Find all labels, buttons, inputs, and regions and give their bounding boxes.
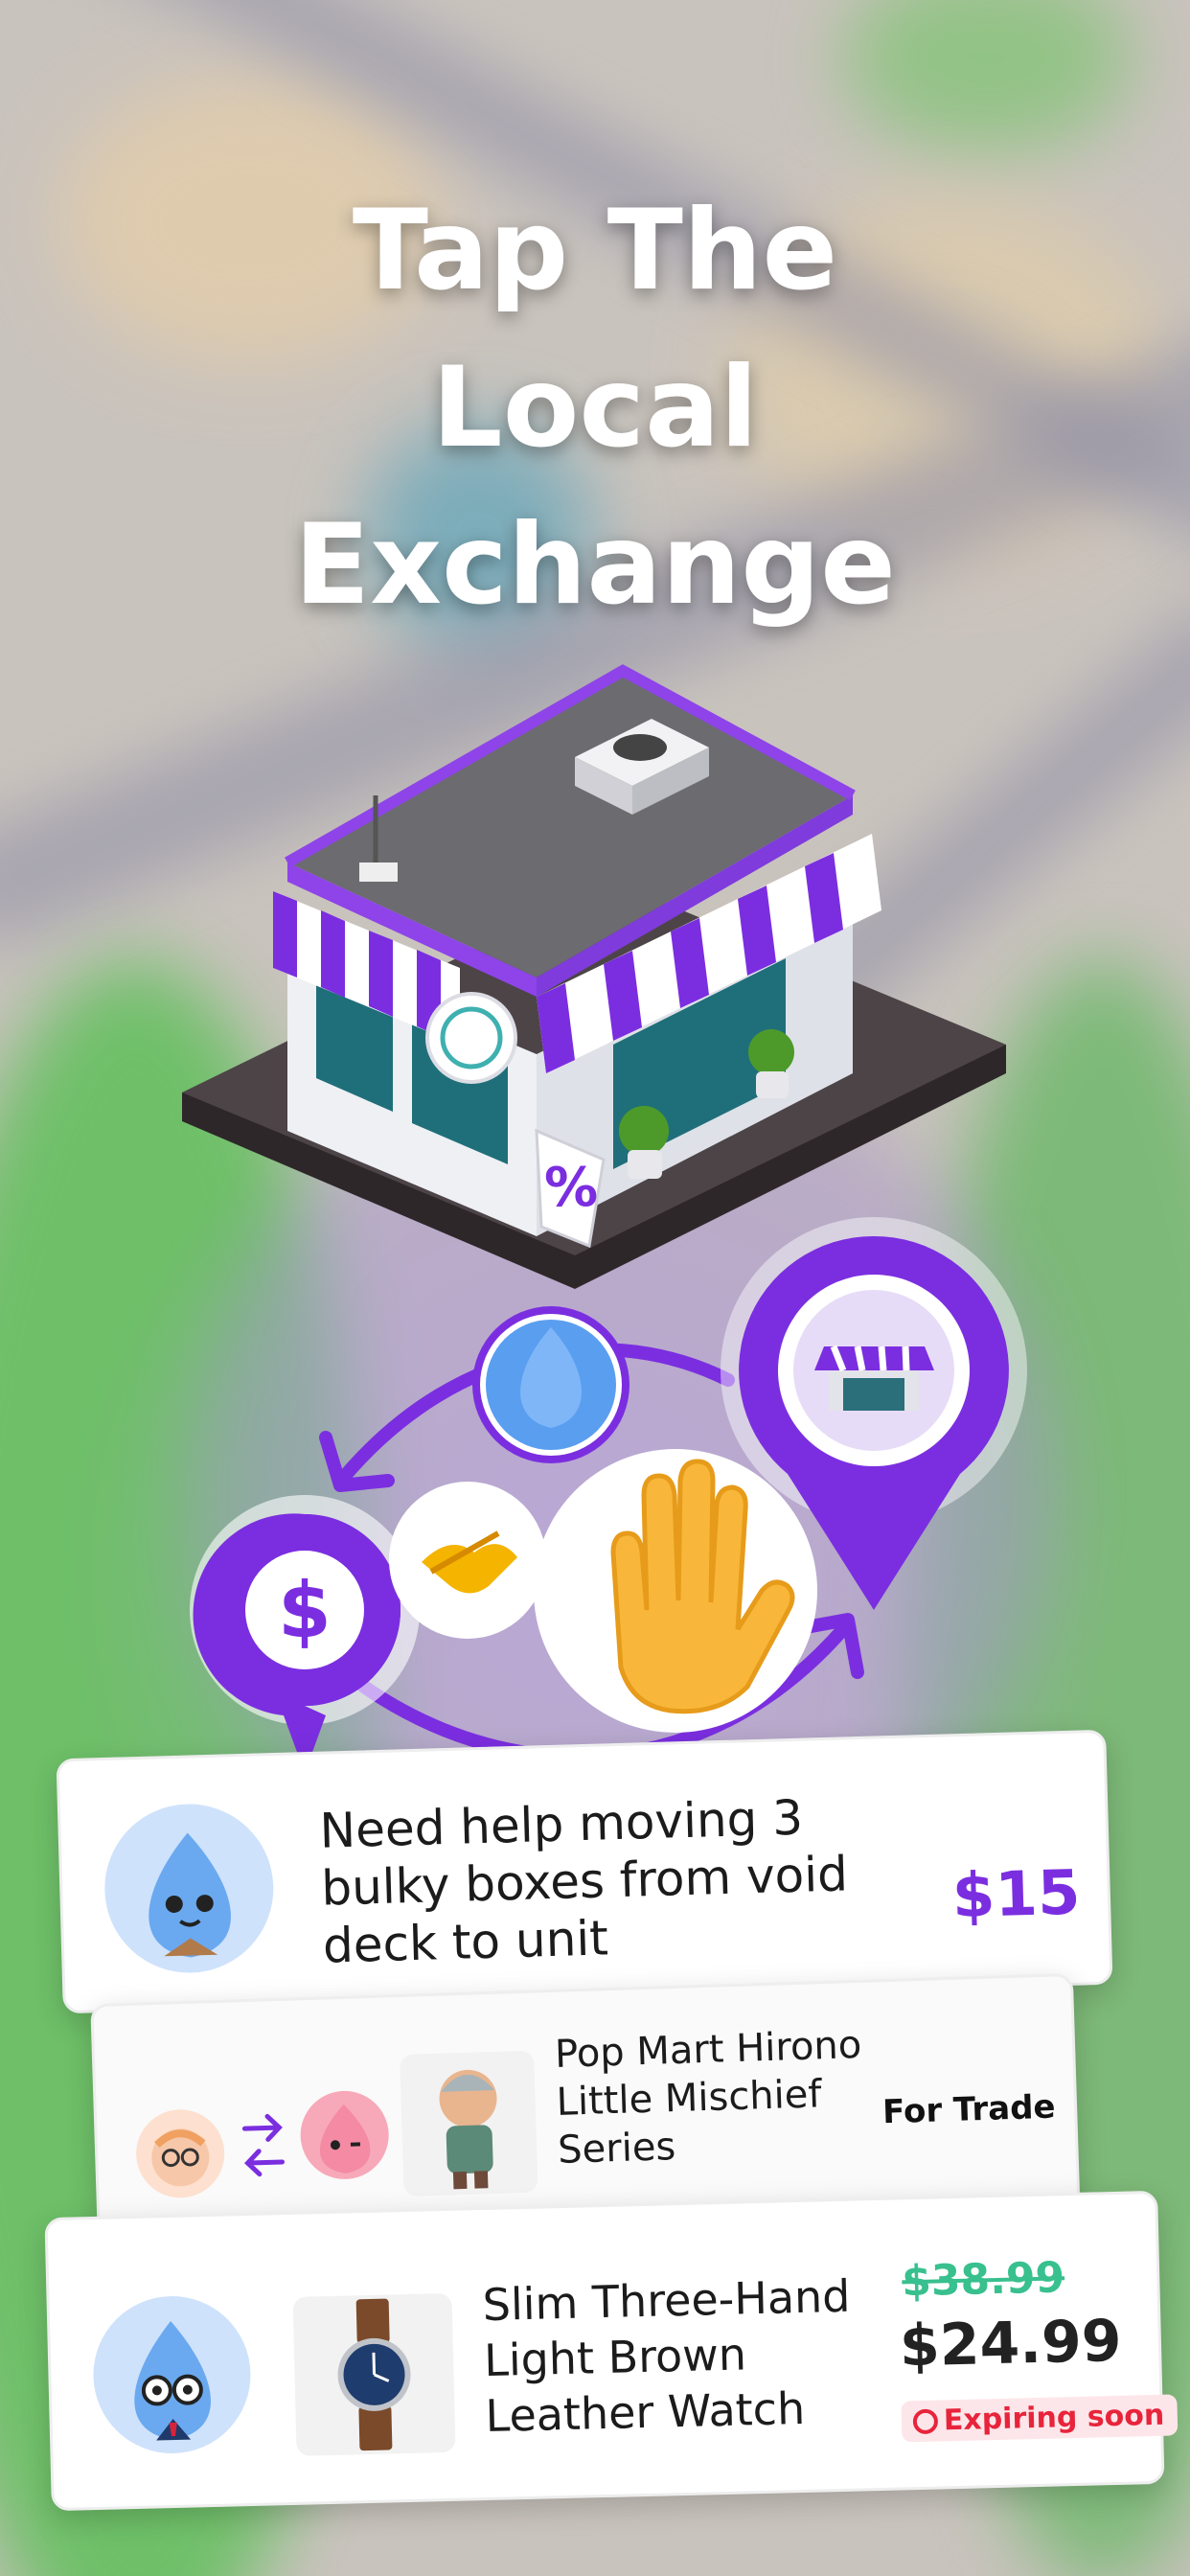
product-title: Pop Mart Hirono Little Mischief Series	[554, 2022, 862, 2173]
task-price: $15	[950, 1857, 1082, 1933]
product-thumbnail	[400, 2050, 538, 2196]
handshake-icon	[389, 1482, 546, 1639]
deal-card[interactable]: Slim Three-Hand Light Brown Leather Watc…	[44, 2190, 1179, 2512]
expiring-label: Expiring soon	[943, 2398, 1165, 2438]
swap-arrows-icon	[240, 2106, 286, 2184]
avatar	[91, 2294, 253, 2456]
product-thumbnail	[292, 2292, 456, 2456]
dollar-symbol: $	[278, 1566, 332, 1655]
sign-percent: %	[544, 1157, 598, 1219]
expiring-badge: Expiring soon	[901, 2394, 1179, 2443]
original-price: $38.99	[901, 2253, 1065, 2307]
hand-wave-icon	[534, 1449, 817, 1733]
task-card[interactable]: Need help moving 3 bulky boxes from void…	[56, 1729, 1113, 2014]
timer-icon	[912, 2408, 939, 2435]
sale-price: $24.99	[899, 2307, 1123, 2380]
avatar	[299, 2089, 391, 2181]
mascot-drop-icon	[472, 1306, 629, 1463]
task-description: Need help moving 3 bulky boxes from void…	[318, 1789, 849, 1974]
trade-tag: For Trade	[881, 2087, 1057, 2132]
avatar	[102, 1802, 276, 1975]
product-title: Slim Three-Hand Light Brown Leather Watc…	[482, 2269, 852, 2443]
avatar	[134, 2107, 226, 2199]
